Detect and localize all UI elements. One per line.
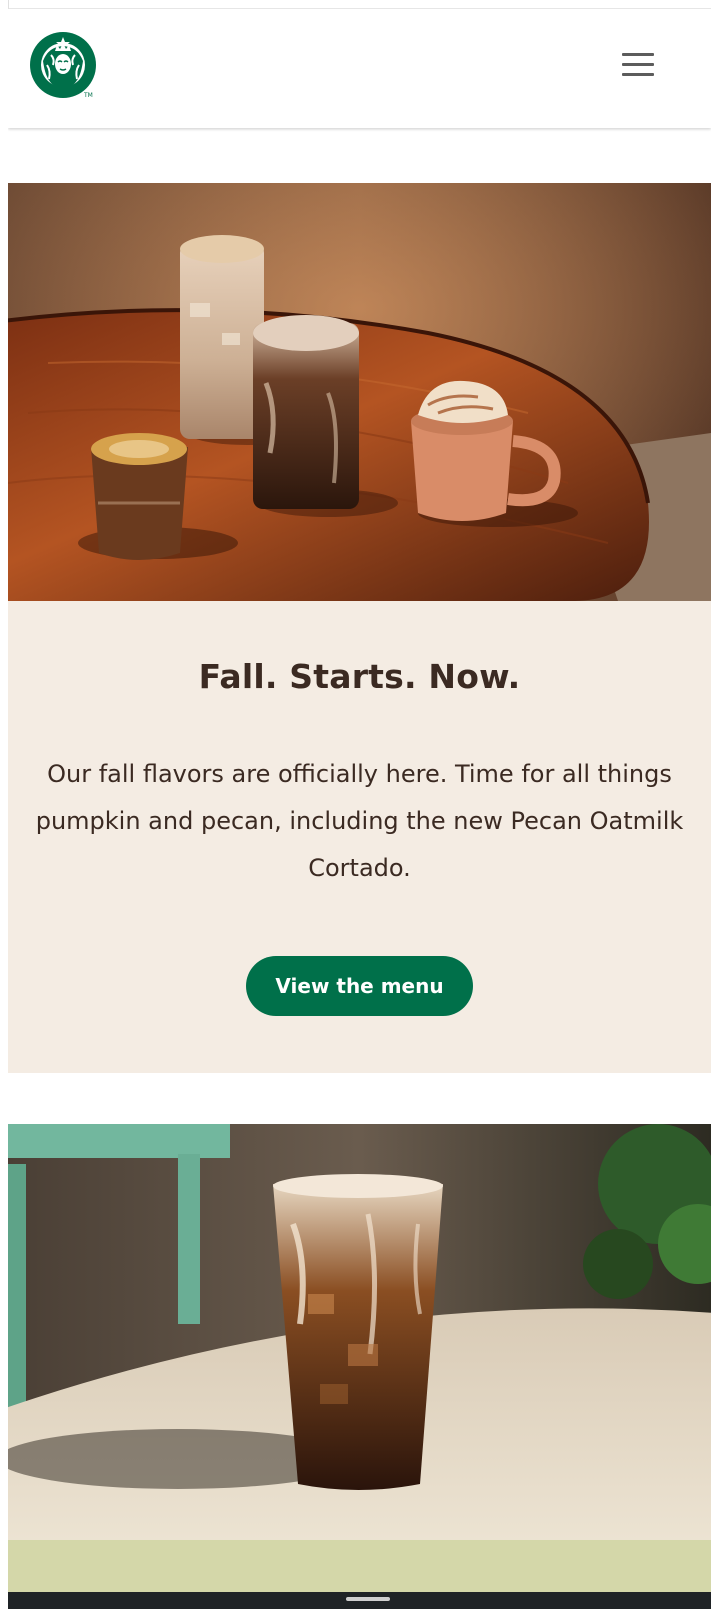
svg-text:TM: TM <box>83 92 93 99</box>
promo-title: Fall. Starts. Now. <box>198 657 521 696</box>
page: TM Fall. Starts. Now. Our fall flavors a… <box>8 9 711 1609</box>
top-edge <box>0 0 711 9</box>
hamburger-line-icon <box>622 63 654 66</box>
promo-body: Our fall flavors are officially here. Ti… <box>35 760 684 882</box>
hamburger-menu-button[interactable] <box>618 45 658 85</box>
browser-frame: TM Fall. Starts. Now. Our fall flavors a… <box>0 0 711 1609</box>
gesture-handle[interactable] <box>346 1597 390 1601</box>
fall-drinks-hero-image <box>8 183 711 601</box>
system-navigation-bar <box>8 1592 711 1609</box>
starbucks-logo-icon[interactable]: TM <box>29 31 99 101</box>
global-header: TM <box>8 9 711 128</box>
hamburger-line-icon <box>622 53 654 56</box>
hamburger-line-icon <box>622 73 654 76</box>
promo-card-fall: Fall. Starts. Now. Our fall flavors are … <box>8 601 711 1073</box>
view-menu-button[interactable]: View the menu <box>246 956 473 1016</box>
iced-coffee-hero-image <box>8 1124 711 1540</box>
